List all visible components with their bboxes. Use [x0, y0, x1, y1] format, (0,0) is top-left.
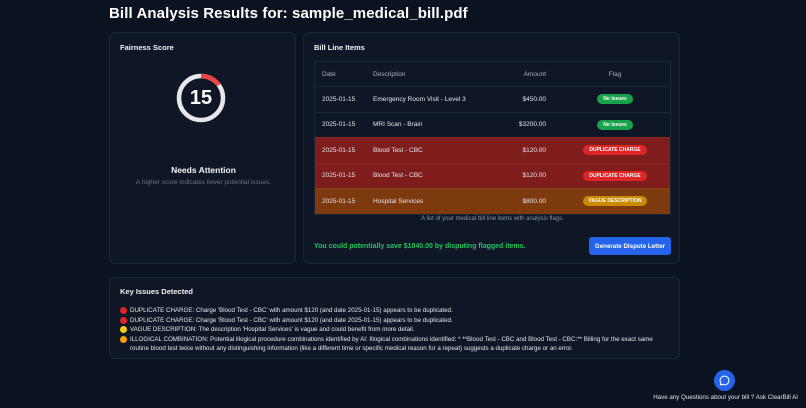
issue-label: DUPLICATE CHARGE:: [130, 307, 195, 314]
line-items-table: Date Description Amount Flag 2025-01-15 …: [314, 61, 671, 215]
issue-label: ILLOGICAL COMBINATION:: [130, 335, 209, 343]
table-row: 2025-01-15 Blood Test - CBC $120.00 DUPL…: [315, 162, 670, 188]
table-row: 2025-01-15 Blood Test - CBC $120.00 DUPL…: [315, 137, 670, 163]
cell-date: 2025-01-15: [322, 95, 356, 103]
flag-badge: No Issues: [597, 94, 633, 105]
cell-amount: $120.00: [522, 172, 547, 180]
table-header-row: Date Description Amount Flag: [315, 62, 670, 86]
orange-circle-icon: [120, 335, 127, 343]
fairness-score-value: 15: [189, 86, 213, 109]
cell-date: 2025-01-15: [322, 197, 356, 205]
cell-date: 2025-01-15: [322, 172, 356, 180]
flag-badge: VAGUE DESCRIPTION: [582, 196, 648, 207]
fairness-card-title: Fairness Score: [120, 43, 174, 52]
cell-amount: $120.00: [522, 146, 547, 154]
table-caption: A list of your medical bill line items w…: [421, 216, 564, 222]
chat-button[interactable]: [714, 370, 735, 391]
red-circle-icon: [120, 316, 127, 324]
cell-description: Emergency Room Visit - Level 3: [373, 95, 466, 103]
chat-bubble-icon: [719, 375, 730, 386]
cell-amount: $3200.00: [518, 121, 546, 129]
cell-description: Hospital Services: [373, 197, 424, 205]
fairness-score-card: Fairness Score 15 Needs Attention A high…: [109, 32, 296, 264]
line-items-title: Bill Line Items: [314, 43, 365, 52]
ask-clearbill-link[interactable]: Have any Questions about your bill ? Ask…: [653, 394, 798, 401]
issue-text: The description 'Hospital Services' is v…: [198, 326, 415, 333]
issue-text: Potential illogical procedure combinatio…: [130, 335, 653, 352]
column-header-description: Description: [373, 70, 406, 78]
page-title: Bill Analysis Results for: sample_medica…: [109, 5, 468, 22]
key-issues-title: Key Issues Detected: [120, 287, 193, 296]
issue-text: Charge 'Blood Test - CBC' with amount $1…: [195, 307, 453, 314]
cell-description: MRI Scan - Brain: [373, 121, 423, 129]
flag-badge: No Issues: [597, 119, 633, 130]
yellow-circle-icon: [120, 326, 127, 333]
column-header-flag: Flag: [608, 70, 622, 78]
key-issues-card: Key Issues Detected DUPLICATE CHARGE: Ch…: [109, 277, 680, 359]
issue-label: VAGUE DESCRIPTION:: [130, 326, 197, 333]
red-circle-icon: [120, 307, 127, 314]
line-items-card: Bill Line Items Date Description Amount …: [303, 32, 680, 264]
column-header-date: Date: [322, 70, 336, 78]
flag-badge: DUPLICATE CHARGE: [583, 145, 647, 156]
flag-badge: DUPLICATE CHARGE: [583, 170, 647, 181]
fairness-score-label: Needs Attention: [171, 165, 236, 175]
cell-amount: $450.00: [522, 95, 547, 103]
issue-item: DUPLICATE CHARGE: Charge 'Blood Test - C…: [120, 306, 669, 315]
fairness-gauge: 15: [175, 72, 227, 124]
generate-dispute-letter-button[interactable]: Generate Dispute Letter: [589, 237, 671, 255]
table-row: 2025-01-15 Hospital Services $800.00 VAG…: [315, 188, 670, 214]
cell-description: Blood Test - CBC: [373, 172, 423, 180]
fairness-score-hint: A higher score indicates fewer potential…: [135, 179, 272, 186]
issue-label: DUPLICATE CHARGE:: [130, 316, 195, 324]
issue-item: ILLOGICAL COMBINATION: Potential illogic…: [120, 335, 669, 353]
cell-date: 2025-01-15: [322, 146, 356, 154]
cell-description: Blood Test - CBC: [373, 146, 423, 154]
column-header-amount: Amount: [523, 70, 546, 78]
issue-item: DUPLICATE CHARGE: Charge 'Blood Test - C…: [120, 316, 669, 325]
table-row: 2025-01-15 Emergency Room Visit - Level …: [315, 86, 670, 112]
issue-text: Charge 'Blood Test - CBC' with amount $1…: [195, 316, 453, 324]
savings-message: You could potentially save $1040.00 by d…: [314, 243, 526, 250]
cell-date: 2025-01-15: [322, 121, 356, 129]
cell-amount: $800.00: [522, 197, 547, 205]
issue-item: VAGUE DESCRIPTION: The description 'Hosp…: [120, 325, 669, 334]
table-row: 2025-01-15 MRI Scan - Brain $3200.00 No …: [315, 111, 670, 138]
